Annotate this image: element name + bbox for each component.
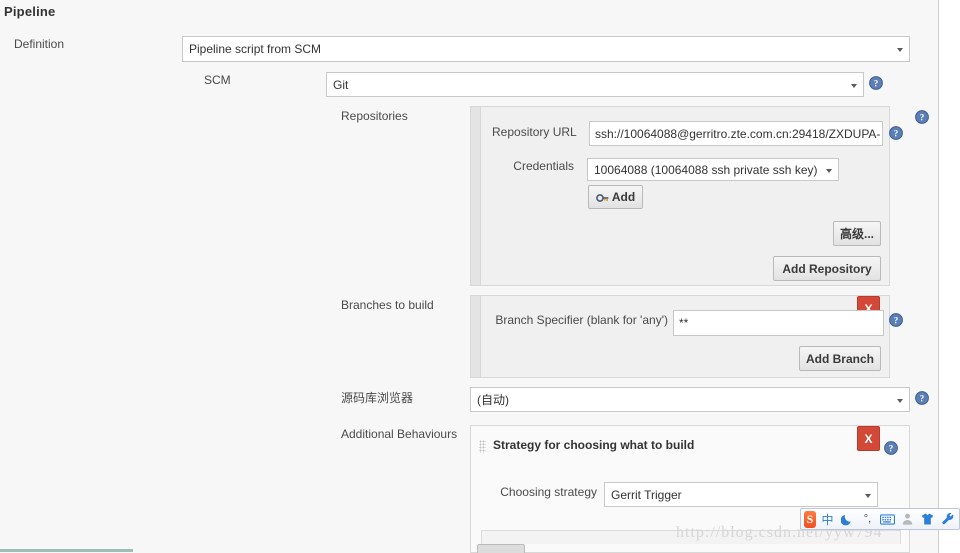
sogou-logo-icon[interactable]: S: [804, 510, 816, 528]
branch-specifier-input[interactable]: **: [673, 310, 884, 336]
svg-text:?: ?: [889, 443, 894, 453]
user-icon[interactable]: [899, 510, 916, 528]
skin-shirt-icon[interactable]: [919, 510, 936, 528]
key-icon: [595, 192, 609, 202]
additional-behaviours-label: Additional Behaviours: [341, 427, 458, 441]
advanced-button[interactable]: 高级...: [833, 221, 881, 246]
choosing-strategy-label: Choosing strategy: [500, 485, 597, 499]
branch-specifier-label: Branch Specifier (blank for 'any'): [495, 313, 668, 327]
help-icon[interactable]: ?: [915, 110, 929, 124]
definition-select[interactable]: Pipeline script from SCM: [182, 36, 910, 62]
clipped-button-below[interactable]: [477, 544, 525, 553]
credentials-label: Credentials: [513, 159, 574, 173]
toolbox-wrench-icon[interactable]: [939, 510, 956, 528]
horizontal-scrollbar[interactable]: [0, 549, 133, 552]
repository-drag-handle[interactable]: [471, 107, 481, 285]
branch-drag-handle[interactable]: [471, 296, 481, 377]
add-repository-button[interactable]: Add Repository: [773, 256, 881, 281]
ime-toolbar[interactable]: S 中 °,: [800, 508, 960, 530]
strategy-drag-handle[interactable]: [479, 440, 486, 453]
svg-text:?: ?: [874, 78, 879, 88]
right-gutter: [939, 0, 960, 553]
keyboard-icon[interactable]: [879, 510, 896, 528]
repository-browser-label: 源码库浏览器: [341, 391, 414, 405]
svg-text:?: ?: [920, 112, 925, 122]
help-icon[interactable]: ?: [889, 313, 903, 327]
repository-browser-select[interactable]: (自动): [470, 387, 910, 412]
repository-url-label: Repository URL: [492, 125, 577, 139]
chinese-mode-icon[interactable]: 中: [819, 510, 836, 528]
moon-icon[interactable]: [839, 510, 856, 528]
svg-text:?: ?: [894, 315, 899, 325]
help-icon[interactable]: ?: [889, 126, 903, 140]
definition-label: Definition: [14, 37, 65, 51]
help-icon[interactable]: ?: [869, 76, 883, 90]
repositories-label: Repositories: [341, 109, 408, 123]
help-icon[interactable]: ?: [884, 441, 898, 455]
pipeline-config-page: Pipeline Definition Pipeline script from…: [0, 0, 939, 553]
add-credentials-label: Add: [611, 190, 636, 204]
help-icon[interactable]: ?: [915, 391, 929, 405]
repository-url-input[interactable]: ssh://10064088@gerritro.zte.com.cn:29418…: [589, 121, 883, 146]
scm-select[interactable]: Git: [326, 72, 864, 97]
svg-text:?: ?: [894, 128, 899, 138]
scm-label: SCM: [204, 73, 231, 87]
branches-to-build-label: Branches to build: [341, 298, 434, 312]
add-credentials-button[interactable]: Add: [588, 185, 643, 209]
page-title: Pipeline: [4, 4, 56, 19]
svg-text:?: ?: [920, 393, 925, 403]
strategy-title: Strategy for choosing what to build: [493, 438, 695, 452]
choosing-strategy-select[interactable]: Gerrit Trigger: [604, 482, 878, 507]
delete-behaviour-button[interactable]: X: [857, 426, 880, 451]
degree-comma-icon[interactable]: °,: [859, 510, 876, 528]
credentials-select[interactable]: 10064088 (10064088 ssh private ssh key): [587, 158, 839, 181]
add-branch-button[interactable]: Add Branch: [799, 346, 881, 371]
